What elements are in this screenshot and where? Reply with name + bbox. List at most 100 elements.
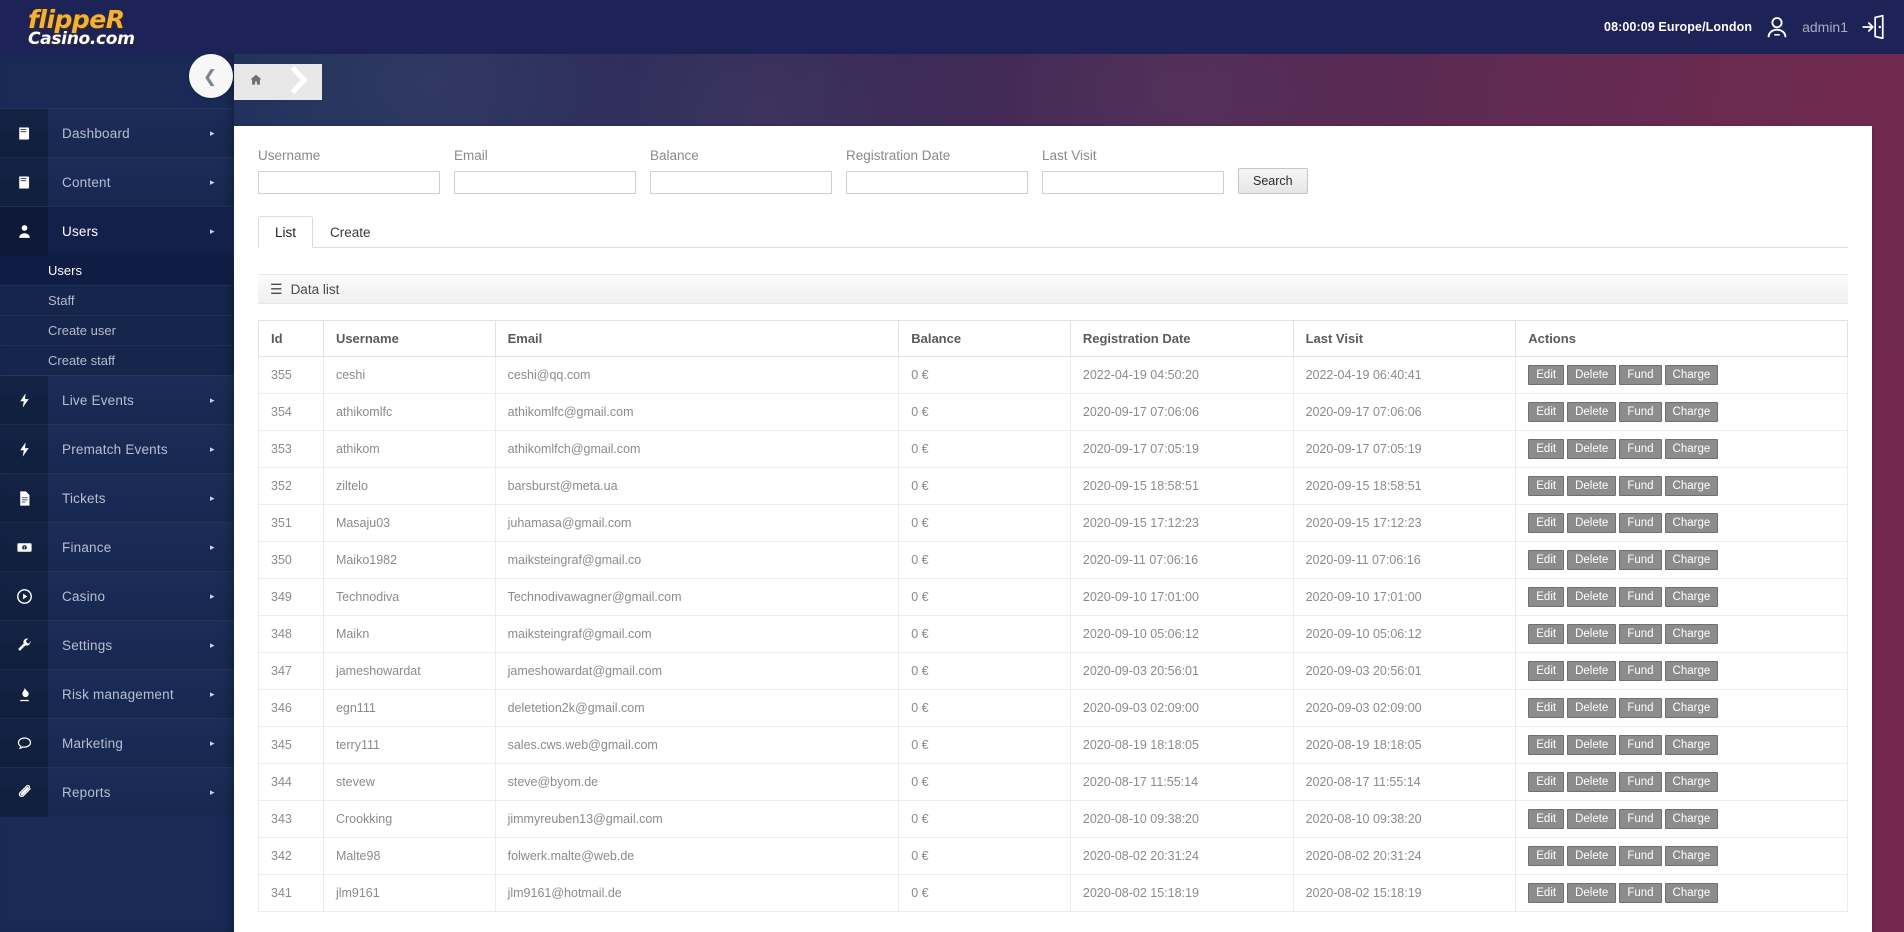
charge-button[interactable]: Charge [1664,735,1719,755]
charge-button[interactable]: Charge [1664,439,1719,459]
sidebar-item-marketing[interactable]: Marketing ▸ [0,718,234,768]
col-header-id[interactable]: Id [258,320,324,357]
edit-button[interactable]: Edit [1528,550,1565,570]
charge-button[interactable]: Charge [1664,476,1719,496]
sidebar-subitem-users[interactable]: Users [0,255,234,285]
sidebar-item-tickets[interactable]: Tickets ▸ [0,473,234,523]
col-header-email[interactable]: Email [494,320,900,357]
col-header-last-visit[interactable]: Last Visit [1292,320,1517,357]
edit-button[interactable]: Edit [1528,698,1565,718]
fund-button[interactable]: Fund [1619,439,1662,459]
fund-button[interactable]: Fund [1619,735,1662,755]
search-input-last-visit[interactable] [1042,171,1224,194]
delete-button[interactable]: Delete [1567,772,1617,792]
sidebar-subitem-create-user[interactable]: Create user [0,315,234,345]
edit-button[interactable]: Edit [1528,624,1565,644]
charge-button[interactable]: Charge [1664,365,1719,385]
sidebar-item-live-events[interactable]: Live Events ▸ [0,375,234,425]
charge-button[interactable]: Charge [1664,883,1719,903]
edit-button[interactable]: Edit [1528,735,1565,755]
charge-button[interactable]: Charge [1664,809,1719,829]
search-input-username[interactable] [258,171,440,194]
charge-button[interactable]: Charge [1664,402,1719,422]
fund-button[interactable]: Fund [1619,809,1662,829]
sidebar: Dashboard ▸ Content ▸ Users ▸ Users Staf… [0,54,234,932]
edit-button[interactable]: Edit [1528,402,1565,422]
charge-button[interactable]: Charge [1664,846,1719,866]
fund-button[interactable]: Fund [1619,365,1662,385]
charge-button[interactable]: Charge [1664,624,1719,644]
fund-button[interactable]: Fund [1619,698,1662,718]
edit-button[interactable]: Edit [1528,513,1565,533]
edit-button[interactable]: Edit [1528,846,1565,866]
sidebar-collapse-toggle[interactable]: ❮ [189,54,233,98]
delete-button[interactable]: Delete [1567,846,1617,866]
charge-button[interactable]: Charge [1664,513,1719,533]
sidebar-item-casino[interactable]: Casino ▸ [0,571,234,621]
delete-button[interactable]: Delete [1567,624,1617,644]
search-input-balance[interactable] [650,171,832,194]
charge-button[interactable]: Charge [1664,772,1719,792]
delete-button[interactable]: Delete [1567,809,1617,829]
charge-button[interactable]: Charge [1664,550,1719,570]
tab-list[interactable]: List [258,216,314,248]
delete-button[interactable]: Delete [1567,883,1617,903]
sidebar-subitem-staff[interactable]: Staff [0,285,234,315]
delete-button[interactable]: Delete [1567,365,1617,385]
fund-button[interactable]: Fund [1619,550,1662,570]
edit-button[interactable]: Edit [1528,883,1565,903]
delete-button[interactable]: Delete [1567,439,1617,459]
sidebar-item-reports[interactable]: Reports ▸ [0,767,234,817]
chevron-right-icon: ▸ [210,541,215,552]
edit-button[interactable]: Edit [1528,476,1565,496]
sidebar-item-prematch-events[interactable]: Prematch Events ▸ [0,424,234,474]
sidebar-item-users[interactable]: Users ▸ [0,206,234,256]
delete-button[interactable]: Delete [1567,513,1617,533]
sidebar-item-risk-management[interactable]: Risk management ▸ [0,669,234,719]
search-button[interactable]: Search [1238,168,1308,194]
col-header-username[interactable]: Username [322,320,496,357]
tab-create[interactable]: Create [313,216,388,248]
fund-button[interactable]: Fund [1619,624,1662,644]
charge-button[interactable]: Charge [1664,661,1719,681]
fund-button[interactable]: Fund [1619,883,1662,903]
fund-button[interactable]: Fund [1619,402,1662,422]
col-header-balance[interactable]: Balance [898,320,1071,357]
delete-button[interactable]: Delete [1567,661,1617,681]
delete-button[interactable]: Delete [1567,476,1617,496]
sidebar-subitem-create-staff[interactable]: Create staff [0,345,234,375]
delete-button[interactable]: Delete [1567,735,1617,755]
fund-button[interactable]: Fund [1619,772,1662,792]
fund-button[interactable]: Fund [1619,846,1662,866]
fund-button[interactable]: Fund [1619,661,1662,681]
charge-button[interactable]: Charge [1664,587,1719,607]
brand-logo[interactable]: flippeR Casino.com [28,3,218,53]
logout-icon[interactable] [1860,14,1886,40]
fund-button[interactable]: Fund [1619,476,1662,496]
delete-button[interactable]: Delete [1567,587,1617,607]
sidebar-item-finance[interactable]: 1 Finance ▸ [0,522,234,572]
user-avatar-icon[interactable] [1764,14,1790,40]
col-header-registration-date[interactable]: Registration Date [1069,320,1294,357]
edit-button[interactable]: Edit [1528,587,1565,607]
table-row: 350 Maiko1982 maiksteingraf@gmail.co 0 €202… [258,541,1848,579]
fund-button[interactable]: Fund [1619,587,1662,607]
edit-button[interactable]: Edit [1528,809,1565,829]
delete-button[interactable]: Delete [1567,402,1617,422]
cell-last-visit: 2020-08-02 15:18:19 [1292,874,1517,912]
edit-button[interactable]: Edit [1528,661,1565,681]
edit-button[interactable]: Edit [1528,772,1565,792]
fund-button[interactable]: Fund [1619,513,1662,533]
delete-button[interactable]: Delete [1567,698,1617,718]
search-input-registration-date[interactable] [846,171,1028,194]
sidebar-item-content[interactable]: Content ▸ [0,157,234,207]
delete-button[interactable]: Delete [1567,550,1617,570]
sidebar-item-settings[interactable]: Settings ▸ [0,620,234,670]
search-input-email[interactable] [454,171,636,194]
breadcrumb-home-button[interactable] [234,64,278,100]
sidebar-item-dashboard[interactable]: Dashboard ▸ [0,108,234,158]
edit-button[interactable]: Edit [1528,365,1565,385]
charge-button[interactable]: Charge [1664,698,1719,718]
breadcrumb-arrow[interactable] [278,64,322,100]
edit-button[interactable]: Edit [1528,439,1565,459]
